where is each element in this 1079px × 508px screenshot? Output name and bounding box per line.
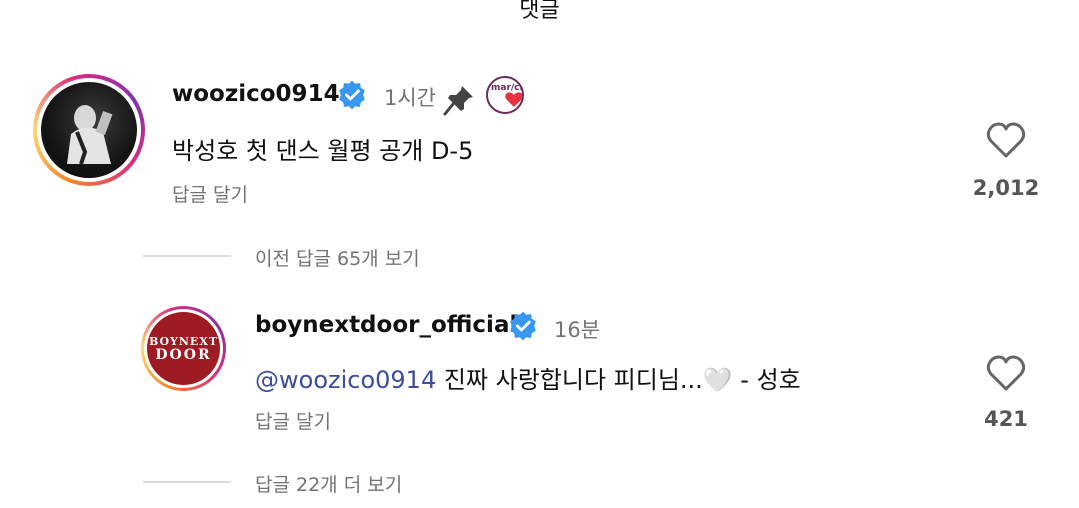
comment-time: 16분: [554, 318, 601, 342]
reply-button[interactable]: 답글 달기: [255, 407, 331, 434]
reply-button[interactable]: 답글 달기: [172, 180, 248, 207]
view-more-replies-button[interactable]: 답글 22개 더 보기: [255, 470, 402, 497]
avatar[interactable]: [33, 74, 145, 186]
heart-icon[interactable]: [986, 354, 1026, 392]
creator-badge-icon: mar/cla/: [486, 76, 524, 114]
like-count: 421: [984, 407, 1028, 431]
comment-text: 박성호 첫 댄스 월평 공개 D-5: [172, 137, 474, 165]
verified-badge-icon: [510, 311, 536, 341]
heart-icon[interactable]: [986, 121, 1026, 159]
pin-icon: [443, 86, 473, 116]
comment-username[interactable]: woozico0914: [172, 81, 340, 107]
comment-text: @woozico0914 진짜 사랑합니다 피디님...🤍 - 성호: [255, 366, 801, 394]
comment-username[interactable]: boynextdoor_official: [255, 312, 517, 338]
view-previous-replies-button[interactable]: 이전 답글 65개 보기: [255, 244, 420, 271]
avatar[interactable]: BOYNEXT DOOR: [141, 306, 226, 391]
thread-divider: [143, 481, 231, 483]
comment-item: woozico0914 1시간 mar/cla/ 박성호 첫 댄스 월평 공개 …: [0, 0, 1079, 230]
thread-divider: [143, 255, 231, 257]
heart-badge-icon: [505, 92, 522, 107]
comment-time: 1시간: [384, 86, 437, 110]
avatar-image: [41, 82, 137, 178]
like-count: 2,012: [972, 176, 1040, 200]
brand-logo: BOYNEXT DOOR: [148, 334, 219, 363]
verified-badge-icon: [339, 80, 365, 110]
comment-item: BOYNEXT DOOR boynextdoor_official 16분 @w…: [0, 290, 1079, 450]
mention-link[interactable]: @woozico0914: [255, 366, 436, 394]
person-photo-icon: [67, 105, 113, 165]
avatar-image: BOYNEXT DOOR: [147, 312, 220, 385]
